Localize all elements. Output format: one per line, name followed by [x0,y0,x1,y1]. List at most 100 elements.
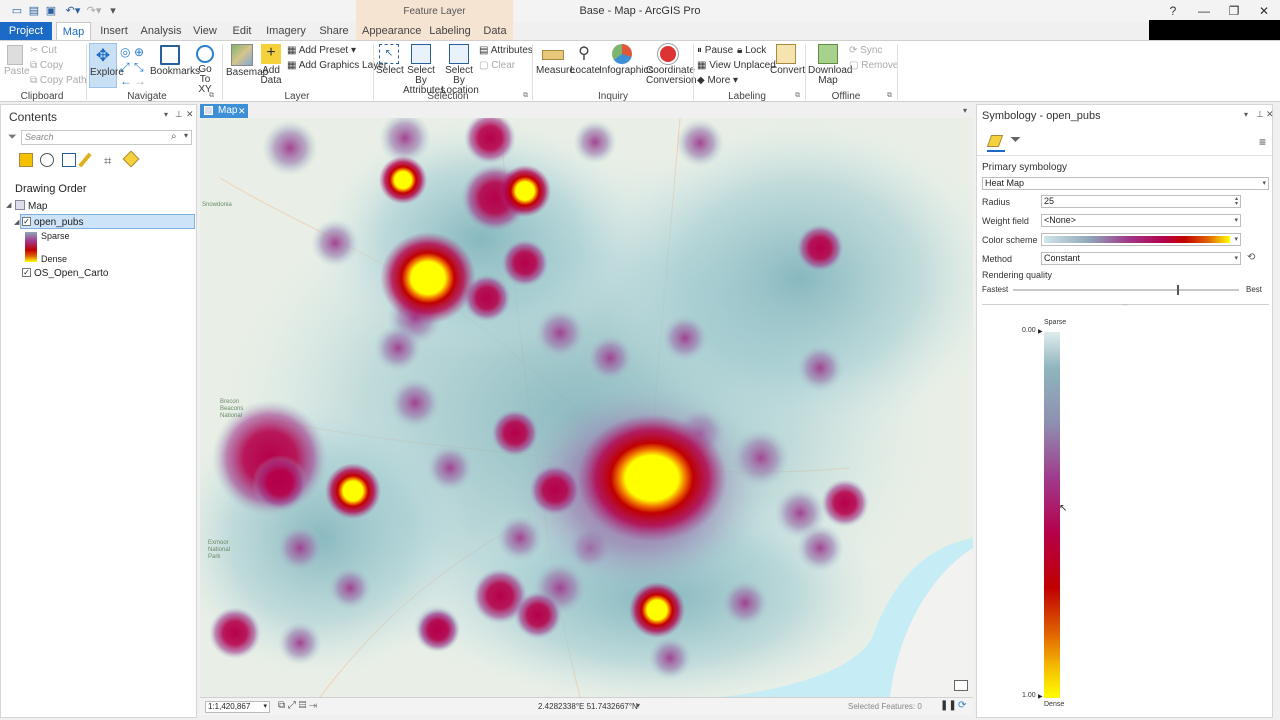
infographics-button[interactable]: Infographics [599,44,653,76]
ramp-top-stop-icon[interactable]: ▶ [1038,328,1043,335]
pane-options-icon[interactable]: ▾ [164,110,168,119]
weight-field-dropdown[interactable]: <None> ▾ [1041,214,1241,227]
open-pubs-visibility-checkbox[interactable]: ✓ [22,217,31,226]
navigate-launcher-icon[interactable]: ⧉ [209,92,214,100]
pin-icon[interactable]: ⊥ [1256,109,1264,120]
expand-map-icon[interactable]: ◢ [6,201,11,209]
measure-button[interactable]: Measure [536,44,575,76]
tab-edit[interactable]: Edit [228,22,256,40]
tab-insert[interactable]: Insert [96,22,132,40]
update-statistics-icon[interactable]: ⟲ [1247,252,1255,263]
filter-icon[interactable]: ⏷ [8,131,17,144]
search-options-icon[interactable]: ▾ [184,131,188,140]
view-unplaced-button[interactable]: ▦ View Unplaced [697,60,776,71]
close-pane-icon[interactable]: ✕ [186,109,194,120]
scale-dropdown-icon[interactable]: ▾ [263,702,267,712]
tab-appearance[interactable]: Appearance [362,22,421,40]
coordinate-format-dropdown-icon[interactable]: ▾ [636,701,640,710]
list-by-drawing-order-icon[interactable] [19,153,33,167]
tab-view[interactable]: View [190,22,220,40]
radius-input[interactable]: 25 ▴ ▾ [1041,195,1241,208]
close-map-view-icon[interactable]: ✕ [238,104,246,118]
pause-button[interactable]: ⏸ Pause [697,45,733,56]
sync-button[interactable]: ⟳ Sync [849,45,882,56]
toc-map-label[interactable]: Map [28,201,47,212]
coordinate-conversion-button[interactable]: Coordinate Conversion [646,44,697,86]
os-open-carto-visibility-checkbox[interactable]: ✓ [22,268,31,277]
method-dropdown[interactable]: Constant ▾ [1041,252,1241,265]
select-by-attributes-button[interactable]: Select By Attributes [403,44,445,96]
tab-analysis[interactable]: Analysis [140,22,182,40]
list-by-snapping-icon[interactable]: ⌗ [104,153,111,169]
locate-button[interactable]: ⚲ Locate [570,44,600,76]
rendering-quality-thumb[interactable] [1176,285,1179,295]
color-scheme-dropdown[interactable]: ▾ [1041,233,1241,246]
menu-icon[interactable]: ≡ [1259,135,1266,149]
more-button[interactable]: ◆ More ▾ [697,75,738,86]
tab-map[interactable]: Map [56,22,91,40]
copy-path-button[interactable]: ⧉ Copy Path [30,75,87,86]
attributes-button[interactable]: ▤ Attributes [479,45,533,56]
select-button[interactable]: ↖ Select [376,44,404,76]
fixed-zoom-icon[interactable]: ⊕ [134,45,144,59]
bookmarks-button[interactable]: Bookmarks [150,45,200,77]
tab-data[interactable]: Data [481,22,509,40]
cut-button[interactable]: ✂ Cut [30,45,57,56]
labeling-launcher-icon[interactable]: ⧉ [795,92,800,100]
ramp-bottom-stop-icon[interactable]: ▶ [1038,693,1043,700]
zoom-extent-icon[interactable]: ⤢ [120,60,130,75]
map-overview-icon[interactable] [954,680,968,691]
rendering-quality-slider[interactable] [1013,285,1239,295]
os-open-carto-label[interactable]: OS_Open_Carto [34,268,109,279]
next-extent-icon[interactable]: → [134,74,146,88]
tab-map-view[interactable]: Map ✕ [200,104,248,118]
add-preset-button[interactable]: ▦ Add Preset ▾ [287,45,356,56]
zoom-selected-icon[interactable]: ⤡ [134,60,144,75]
color-ramp-bar[interactable] [1044,332,1060,698]
primary-symbology-tab-icon[interactable] [986,135,1004,147]
close-pane-icon[interactable]: ✕ [1266,109,1274,120]
restore-button[interactable]: ❐ [1220,2,1248,20]
scale-selector[interactable]: 1:1,420,867 ▾ [205,701,270,713]
copy-button[interactable]: ⧉ Copy [30,60,63,71]
refresh-icon[interactable]: ⟳ [958,700,966,711]
map-canvas[interactable]: Snowdonia Brecon Beacons National Exmoor… [200,118,973,697]
clear-button[interactable]: ▢ Clear [479,60,515,71]
basemap-button[interactable]: Basemap [226,44,268,78]
explore-button[interactable]: ✥ Explore [89,43,124,88]
minimize-button[interactable]: — [1190,2,1218,20]
search-icon[interactable]: ⌕ [171,131,177,142]
remove-button[interactable]: ▢ Remove [849,60,898,71]
previous-extent-icon[interactable]: ← [120,74,132,88]
select-by-location-button[interactable]: Select By Location [441,44,479,96]
list-by-source-icon[interactable] [40,153,54,167]
pin-icon[interactable]: ⊥ [175,109,183,120]
close-window-button[interactable]: ✕ [1250,2,1278,20]
vary-symbology-filter-icon[interactable]: ⏷ [1010,131,1021,148]
tab-project[interactable]: Project [0,22,52,40]
selected-features-count[interactable]: Selected Features: 0 [848,702,922,711]
add-data-button[interactable]: + Add Data [260,44,282,86]
map-view-options-icon[interactable]: ▾ [963,106,967,115]
selection-launcher-icon[interactable]: ⧉ [523,92,528,100]
contents-search-input[interactable]: Search ⌕ ▾ [21,130,192,145]
full-extent-icon[interactable]: ◎ [120,45,130,59]
download-map-button[interactable]: Download Map [808,44,852,86]
expand-layer-icon[interactable]: ◢ [14,218,19,226]
tab-share[interactable]: Share [316,22,352,40]
paste-button[interactable]: Paste [4,45,30,77]
lock-button[interactable]: 🔒︎ Lock [737,45,766,56]
symbology-type-dropdown[interactable]: Heat Map ▾ [982,177,1269,190]
go-to-xy-button[interactable]: Go To XY [194,45,216,95]
help-icon[interactable]: ? [1159,2,1187,20]
coordinate-readout[interactable]: 2.4282338°E 51.7432667°N [538,702,638,711]
map-status-tools-icons[interactable]: ⧉ ⤢ ▤ ⇥ [278,700,317,711]
tab-labeling[interactable]: Labeling [428,22,472,40]
resize-handle-icon[interactable]: ⋯ [1122,302,1128,309]
tab-imagery[interactable]: Imagery [266,22,306,40]
pane-options-icon[interactable]: ▾ [1244,110,1248,119]
offline-launcher-icon[interactable]: ⧉ [887,92,892,100]
list-by-selection-icon[interactable] [62,153,76,167]
radius-spinner-icon[interactable]: ▴ ▾ [1235,196,1238,207]
convert-button[interactable]: Convert [770,44,805,76]
